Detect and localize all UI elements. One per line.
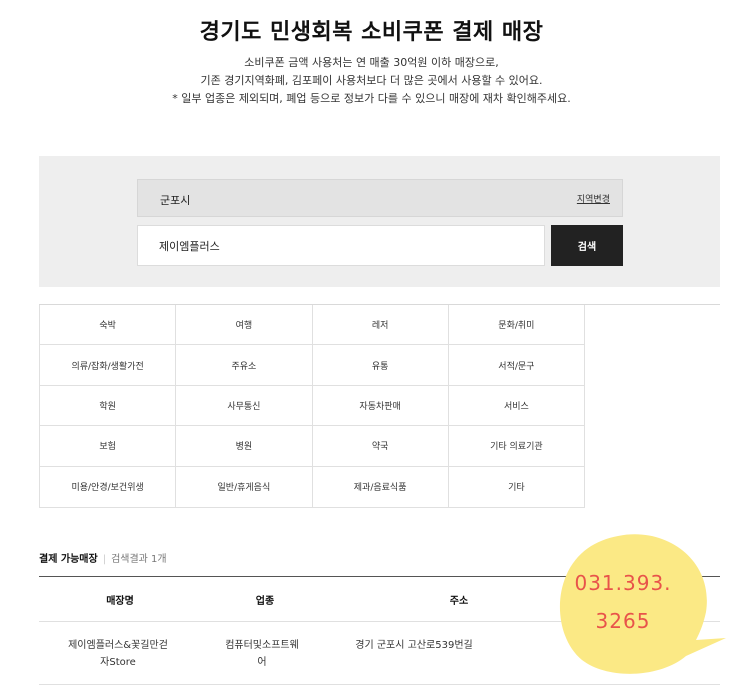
store-name-line-2: 자Store: [100, 657, 136, 668]
category-item[interactable]: 주유소: [176, 345, 313, 386]
subtitle-line-2: 기존 경기지역화폐, 김포페이 사용처보다 더 많은 곳에서 사용할 수 있어요…: [200, 74, 543, 87]
category-item[interactable]: 병원: [176, 426, 313, 467]
table-bottom-border: [39, 684, 720, 685]
category-item[interactable]: 기타 의료기관: [448, 426, 585, 467]
search-button[interactable]: 검색: [551, 225, 623, 266]
store-category-cell: 컴퓨터및소프트웨 어: [225, 637, 299, 671]
category-item[interactable]: 자동차판매: [312, 385, 449, 427]
results-count: 검색결과 1개: [111, 554, 167, 565]
category-item[interactable]: 서비스: [448, 385, 585, 427]
results-separator: |: [102, 554, 107, 565]
category-item[interactable]: 의류/잡화/생활가전: [40, 345, 177, 386]
category-item[interactable]: 서적/문구: [448, 345, 585, 386]
region-selector[interactable]: 군포시 지역변경: [137, 179, 623, 217]
category-item[interactable]: 미용/안경/보건위생: [40, 466, 177, 507]
category-grid: 숙박 여행 레저 문화/취미의류/잡화/생활가전 주유소 유통 서적/문구학원 사무통신 자동차…: [39, 305, 585, 508]
category-item[interactable]: 학원: [40, 385, 177, 427]
search-panel: 군포시 지역변경 검색: [39, 156, 720, 287]
category-item[interactable]: 일반/휴게음식: [176, 466, 313, 507]
speech-bubble-shape: [559, 534, 726, 674]
category-item[interactable]: 문화/취미: [448, 305, 585, 346]
results-title: 결제 가능매장: [39, 554, 98, 565]
category-item[interactable]: 약국: [312, 426, 449, 467]
region-label: 군포시: [160, 194, 191, 207]
store-category-line-2: 어: [257, 657, 267, 668]
results-header: 결제 가능매장 | 검색결과 1개: [39, 550, 167, 565]
category-item[interactable]: 사무통신: [176, 385, 313, 427]
search-input[interactable]: [137, 225, 545, 266]
store-category-line-1: 컴퓨터및소프트웨: [225, 640, 299, 651]
column-header-name: 매장명: [106, 596, 134, 607]
subtitle-line-1: 소비쿠폰 금액 사용처는 연 매출 30억원 이하 매장으로,: [244, 56, 499, 69]
category-item[interactable]: 유통: [312, 345, 449, 386]
category-item[interactable]: 보험: [40, 426, 177, 467]
category-item[interactable]: 레저: [312, 305, 449, 346]
page-title: 경기도 민생회복 소비쿠폰 결제 매장: [199, 20, 544, 45]
category-item[interactable]: 제과/음료식품: [313, 466, 449, 507]
column-header-address: 주소: [449, 596, 469, 607]
store-address-cell: 경기 군포시 고산로539번길: [355, 640, 473, 651]
category-item[interactable]: 기타: [449, 466, 585, 507]
phone-number-line-1: 031.393.: [574, 571, 672, 595]
category-item[interactable]: 여행: [176, 305, 313, 346]
subtitle-line-3: * 일부 업종은 제외되며, 폐업 등으로 정보가 다를 수 있으니 매장에 재…: [172, 92, 571, 105]
column-header-category: 업종: [255, 596, 275, 607]
category-item[interactable]: 숙박: [40, 305, 177, 346]
region-change-link[interactable]: 지역변경: [577, 192, 610, 205]
phone-number-line-2: 3265: [595, 609, 651, 633]
store-name-line-1: 제이엠플러스&꽃길만걷: [68, 640, 168, 651]
speech-bubble-sticker: [559, 534, 726, 674]
store-name-cell[interactable]: 제이엠플러스&꽃길만걷 자Store: [68, 637, 168, 671]
